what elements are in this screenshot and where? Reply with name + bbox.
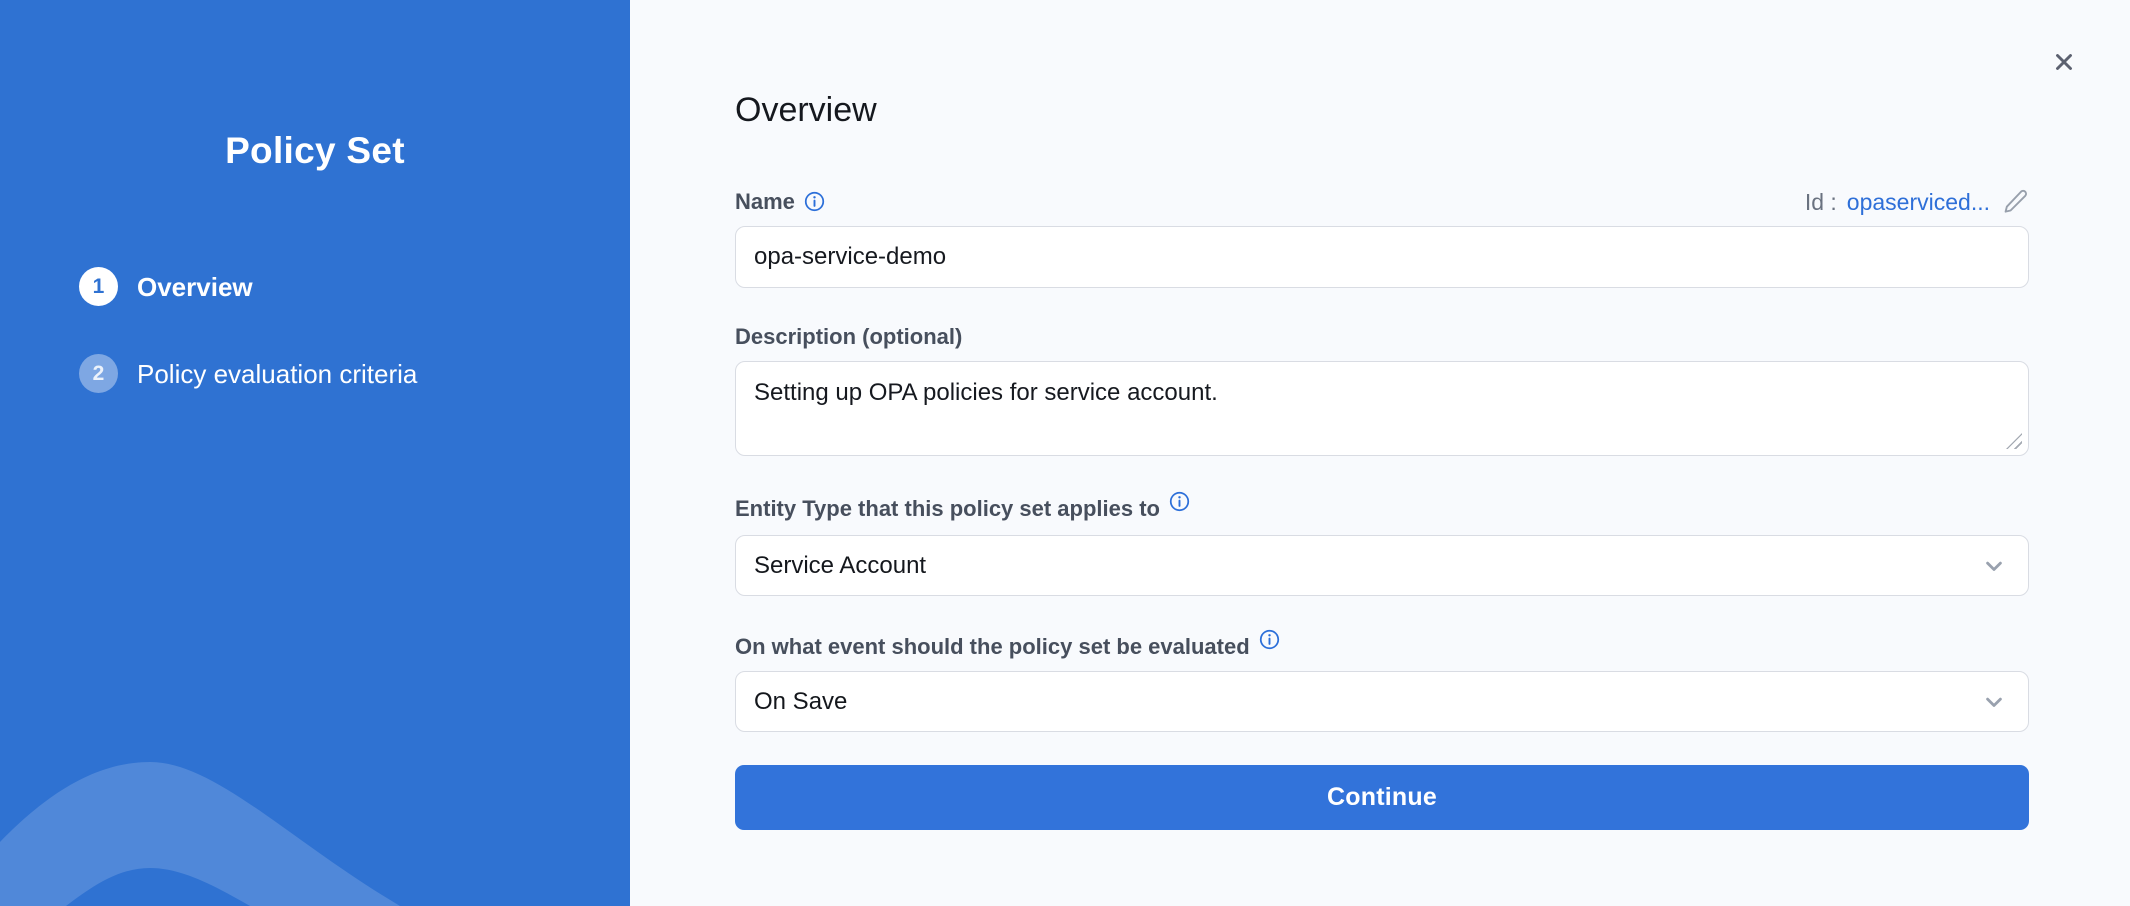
wizard-sidebar: Policy Set 1 Overview 2 Policy evaluatio… bbox=[0, 0, 630, 906]
wizard-steps: 1 Overview 2 Policy evaluation criteria bbox=[0, 267, 630, 393]
info-icon[interactable] bbox=[804, 191, 825, 212]
policy-set-id-row: Id : opaserviced... bbox=[1805, 188, 2029, 215]
step-label: Policy evaluation criteria bbox=[137, 358, 417, 390]
close-icon bbox=[2051, 49, 2077, 75]
wizard-step-overview[interactable]: 1 Overview bbox=[0, 267, 630, 306]
wave-decoration bbox=[0, 746, 630, 906]
evaluation-event-label-text: On what event should the policy set be e… bbox=[735, 634, 1250, 660]
name-input[interactable] bbox=[735, 226, 2029, 288]
policy-set-dialog-panel: Overview Name Id : opaserviced... Descri… bbox=[630, 0, 2130, 906]
wizard-title: Policy Set bbox=[0, 130, 630, 172]
description-label: Description (optional) bbox=[735, 324, 962, 350]
evaluation-event-select[interactable]: On Save bbox=[735, 671, 2029, 732]
chevron-down-icon bbox=[1980, 688, 2008, 716]
step-number-badge: 2 bbox=[79, 354, 118, 393]
name-label-row: Name Id : opaserviced... bbox=[735, 188, 2029, 215]
evaluation-event-selected-value: On Save bbox=[754, 688, 847, 716]
name-label-text: Name bbox=[735, 189, 795, 215]
info-icon[interactable] bbox=[1169, 491, 1190, 512]
step-number-badge: 1 bbox=[79, 267, 118, 306]
panel-title: Overview bbox=[735, 92, 2029, 128]
wizard-step-policy-evaluation-criteria[interactable]: 2 Policy evaluation criteria bbox=[0, 354, 630, 393]
info-icon[interactable] bbox=[1259, 629, 1280, 650]
name-label: Name bbox=[735, 189, 825, 215]
continue-button[interactable]: Continue bbox=[735, 765, 2029, 830]
edit-pencil-icon[interactable] bbox=[2002, 188, 2029, 215]
evaluation-event-label: On what event should the policy set be e… bbox=[735, 634, 1280, 660]
entity-type-select[interactable]: Service Account bbox=[735, 535, 2029, 596]
id-label: Id : bbox=[1805, 189, 1837, 215]
entity-type-label-text: Entity Type that this policy set applies… bbox=[735, 496, 1160, 522]
entity-type-label: Entity Type that this policy set applies… bbox=[735, 496, 1190, 522]
description-textarea-wrap: Setting up OPA policies for service acco… bbox=[735, 361, 2029, 456]
id-value-link[interactable]: opaserviced... bbox=[1847, 189, 1990, 215]
entity-type-selected-value: Service Account bbox=[754, 552, 926, 580]
close-button[interactable] bbox=[2046, 44, 2082, 80]
chevron-down-icon bbox=[1980, 552, 2008, 580]
step-label: Overview bbox=[137, 271, 253, 303]
description-textarea[interactable]: Setting up OPA policies for service acco… bbox=[735, 361, 2029, 456]
